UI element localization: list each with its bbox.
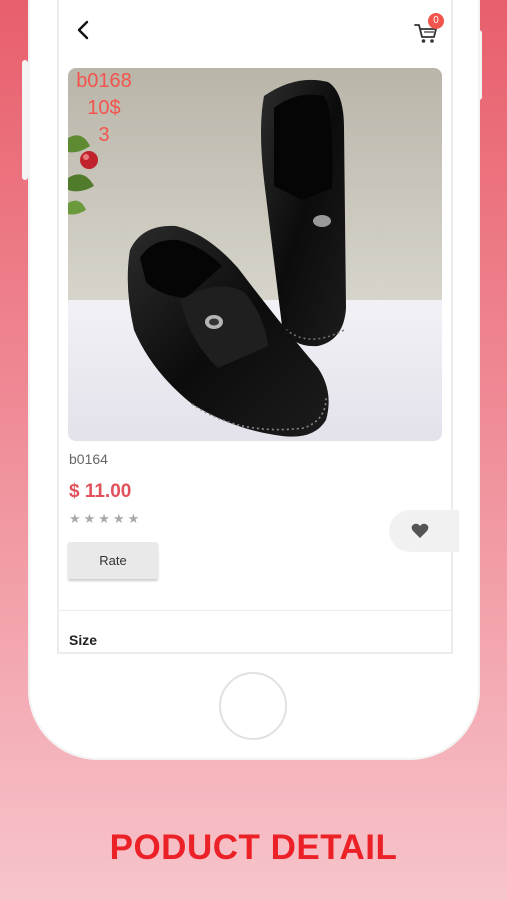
rate-button[interactable]: Rate (68, 542, 158, 579)
home-button[interactable] (219, 672, 287, 740)
overlay-price: 10$ (87, 97, 121, 119)
cart-button[interactable]: 0 (413, 13, 444, 46)
overlay-code: b0168 (76, 70, 132, 92)
overlay-quantity: 3 (98, 124, 110, 146)
chevron-left-icon (77, 20, 89, 40)
cart-count-badge: 0 (428, 13, 444, 29)
size-label: Size (69, 632, 98, 648)
product-image[interactable]: b0168 10$ 3 (68, 68, 442, 441)
product-price: $ 11.00 (69, 481, 132, 502)
wishlist-button[interactable] (389, 510, 459, 552)
image-overlay-label: b0168 10$ 3 (68, 68, 140, 149)
heart-icon (411, 523, 429, 538)
rating-stars: ★★★★★ (69, 511, 143, 526)
divider (59, 610, 451, 611)
product-sku: b0164 (69, 451, 108, 467)
back-button[interactable] (71, 18, 95, 42)
product-detail-screen: 0 b0168 10$ 3 b0164 $ 11.00 ★★★★★ Rate S… (57, 0, 453, 654)
banner-title: PODUCT DETAIL (109, 828, 398, 867)
